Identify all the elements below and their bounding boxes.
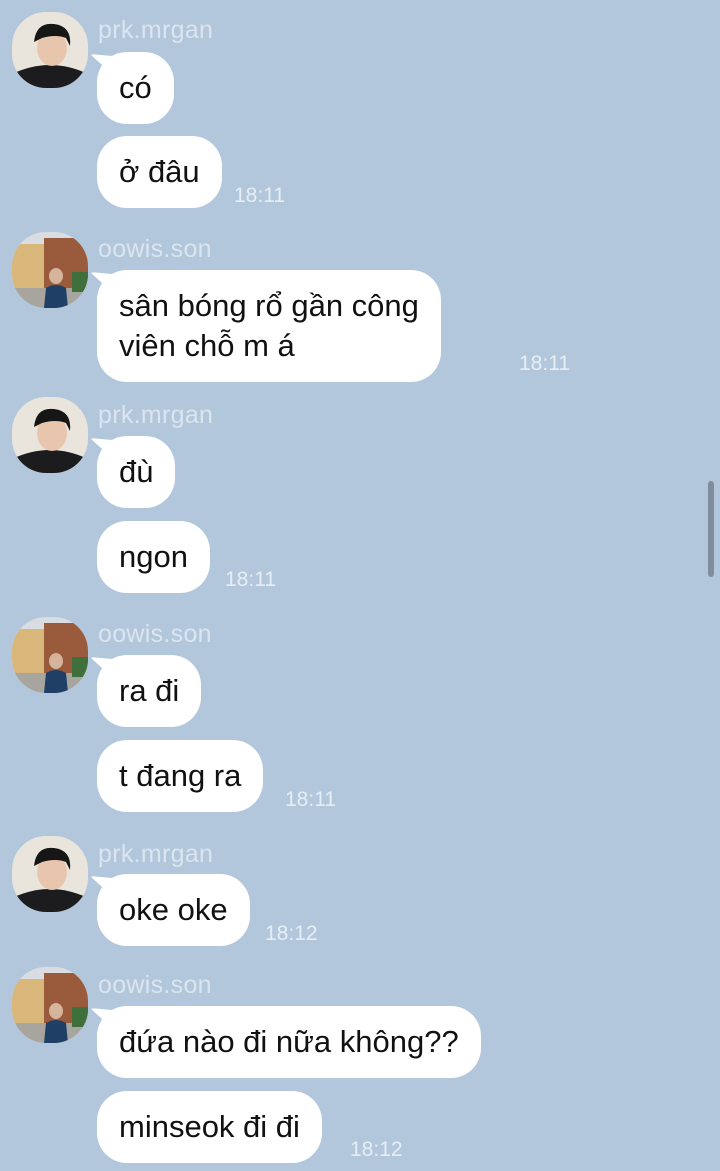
message-timestamp: 18:12 [350,1138,403,1161]
message-bubble[interactable]: minseok đi đi [97,1091,322,1163]
user-avatar-icon [12,836,88,912]
message-timestamp: 18:12 [265,922,318,945]
message-bubble[interactable]: ra đi [97,655,202,727]
avatar-oowis-son[interactable] [12,232,88,308]
message-bubble[interactable]: oke oke [97,874,250,946]
sender-name: oowis.son [98,620,212,648]
user-avatar-icon [12,12,88,88]
message-timestamp: 18:11 [519,352,570,375]
avatar-oowis-son[interactable] [12,617,88,693]
message-bubble[interactable]: đứa nào đi nữa không?? [97,1006,481,1078]
sender-name: oowis.son [98,971,212,999]
sender-name: prk.mrgan [98,16,214,44]
sender-name: prk.mrgan [98,840,214,868]
sender-name: prk.mrgan [98,401,214,429]
avatar-prk-mrgan[interactable] [12,836,88,912]
scrollbar-thumb[interactable] [708,481,714,577]
message-timestamp: 18:11 [234,184,285,207]
avatar-prk-mrgan[interactable] [12,397,88,473]
message-bubble[interactable]: t đang ra [97,740,264,812]
message-bubble[interactable]: ngon [97,521,210,593]
message-timestamp: 18:11 [225,568,276,591]
message-bubble[interactable]: ở đâu [97,136,222,208]
avatar-prk-mrgan[interactable] [12,12,88,88]
message-bubble[interactable]: sân bóng rổ gần công viên chỗ m á [97,270,441,382]
user-avatar-icon [12,617,88,693]
user-avatar-icon [12,967,88,1043]
avatar-oowis-son[interactable] [12,967,88,1043]
user-avatar-icon [12,397,88,473]
message-bubble[interactable]: đù [97,436,176,508]
message-bubble[interactable]: có [97,52,174,124]
sender-name: oowis.son [98,235,212,263]
message-timestamp: 18:11 [285,788,336,811]
user-avatar-icon [12,232,88,308]
